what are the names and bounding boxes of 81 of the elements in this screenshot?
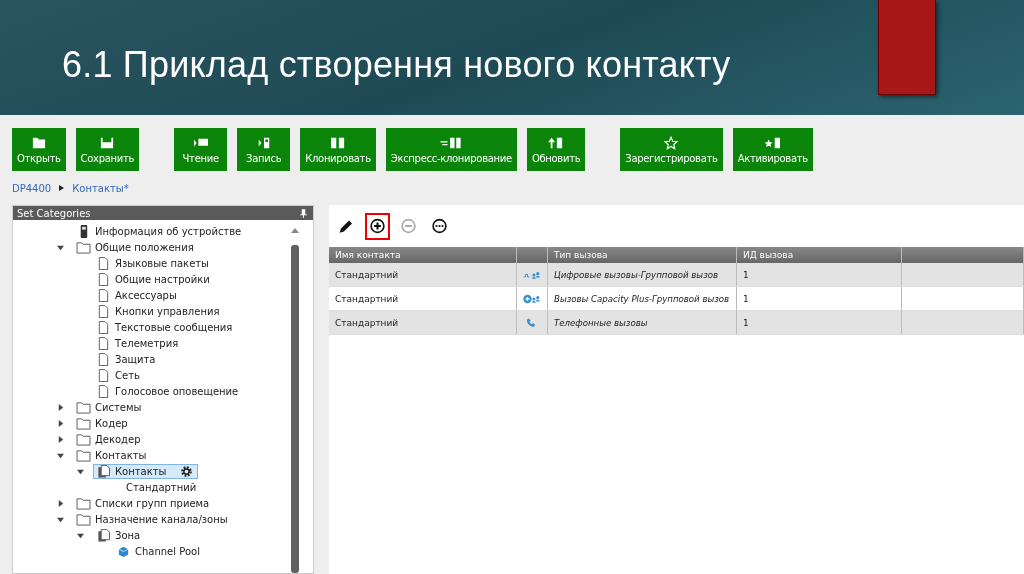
add-icon (369, 217, 386, 235)
table-cell: 1 (743, 269, 749, 280)
toolbar-button[interactable]: Обновить (526, 128, 586, 171)
tree-item[interactable]: Общие положения (95, 241, 194, 253)
toolbar-button[interactable]: Зарегистрировать (620, 128, 723, 171)
folder-icon (76, 416, 91, 430)
tree-item[interactable]: Языковые пакеты (115, 257, 210, 269)
scrollbar-thumb[interactable] (291, 245, 299, 573)
breadcrumb-separator-icon (59, 185, 65, 191)
document-icon (96, 368, 111, 382)
document-icon (96, 272, 111, 286)
folder-icon (76, 496, 91, 510)
tree-item[interactable]: Зона (115, 529, 141, 541)
document-icon (96, 336, 111, 350)
express-icon (440, 135, 463, 150)
tree-item[interactable]: Аксессуары (115, 289, 177, 301)
tree-item[interactable]: Кодер (95, 417, 128, 429)
documents-icon (96, 464, 111, 478)
tree-item[interactable]: Текстовые сообщения (115, 321, 233, 333)
cube-icon (116, 544, 131, 558)
toolbar-button[interactable]: Чтение (174, 128, 228, 171)
remove-icon (400, 217, 417, 235)
tree-item[interactable]: Голосовое оповещение (115, 385, 239, 397)
table-cell: 1 (743, 317, 749, 328)
tree-item[interactable]: Контакты (95, 449, 147, 461)
toolbar-button[interactable]: Сохранить (75, 128, 140, 171)
expand-arrow-icon[interactable] (57, 499, 64, 507)
toolbar-button[interactable]: Активировать (732, 128, 813, 171)
tree-item[interactable]: Кнопки управления (115, 305, 220, 317)
tree-item[interactable]: Информация об устройстве (95, 225, 242, 237)
tree-item[interactable]: Защита (115, 353, 156, 365)
tree-item[interactable]: Общие настройки (115, 273, 210, 285)
tree-item[interactable]: Списки групп приема (95, 497, 210, 509)
settings-icon[interactable] (180, 464, 194, 478)
table-cell: Стандартний (335, 317, 399, 328)
collapse-arrow-icon[interactable] (77, 467, 84, 475)
tree-item[interactable]: Стандартний (113, 480, 202, 494)
document-icon (96, 320, 111, 334)
table-cell: Вызовы Capacity Plus-Групповой вызов (554, 293, 730, 304)
documents-icon (96, 528, 111, 542)
folder-icon (76, 512, 91, 526)
table-cell: Стандартний (335, 293, 399, 304)
collapse-arrow-icon[interactable] (57, 451, 64, 459)
tree-item[interactable]: Назначение канала/зоны (95, 513, 228, 525)
document-icon (96, 304, 111, 318)
slide-title: 6.1 Приклад створення нового контакту (62, 44, 732, 86)
collapse-arrow-icon[interactable] (77, 531, 84, 539)
document-icon (96, 352, 111, 366)
breadcrumb-link[interactable]: DP4400 (12, 182, 52, 194)
tree-item[interactable]: Контакты (93, 463, 199, 479)
document-icon (96, 384, 111, 398)
expand-arrow-icon[interactable] (57, 403, 64, 411)
table-cell: Стандартний (335, 269, 399, 280)
table-cell: Телефонные вызовы (554, 317, 648, 328)
document-icon (96, 256, 111, 270)
table-cell: 1 (743, 293, 749, 304)
document-icon (96, 288, 111, 302)
toolbar-button[interactable]: Экспресс-клонирование (385, 128, 517, 171)
add-button[interactable] (365, 212, 390, 240)
tree-item[interactable]: Системы (95, 401, 142, 413)
tree-item[interactable]: Телеметрия (115, 337, 179, 349)
tree-item[interactable]: Сеть (115, 369, 140, 381)
table-cell: Цифровые вызовы-Групповой вызов (554, 269, 719, 280)
toolbar-button[interactable]: Запись (237, 128, 291, 171)
breadcrumb-link[interactable]: Контакты* (72, 182, 129, 194)
pin-icon[interactable] (300, 208, 307, 218)
folder-icon (76, 432, 91, 446)
collapse-arrow-icon[interactable] (57, 243, 64, 251)
panel-title: Set Categories (17, 207, 91, 219)
more-icon (431, 217, 448, 235)
collapse-arrow-icon[interactable] (57, 515, 64, 523)
toolbar-button[interactable]: Открыть (12, 128, 66, 171)
folder-icon (76, 240, 91, 254)
expand-arrow-icon[interactable] (57, 435, 64, 443)
folder-icon (76, 448, 91, 462)
expand-arrow-icon[interactable] (57, 419, 64, 427)
tree-item[interactable]: Декодер (95, 433, 141, 445)
scroll-up-icon[interactable] (291, 227, 299, 233)
toolbar-button[interactable]: Клонировать (300, 128, 376, 171)
tree-item[interactable]: Channel Pool (135, 545, 200, 557)
folder-icon (76, 400, 91, 414)
